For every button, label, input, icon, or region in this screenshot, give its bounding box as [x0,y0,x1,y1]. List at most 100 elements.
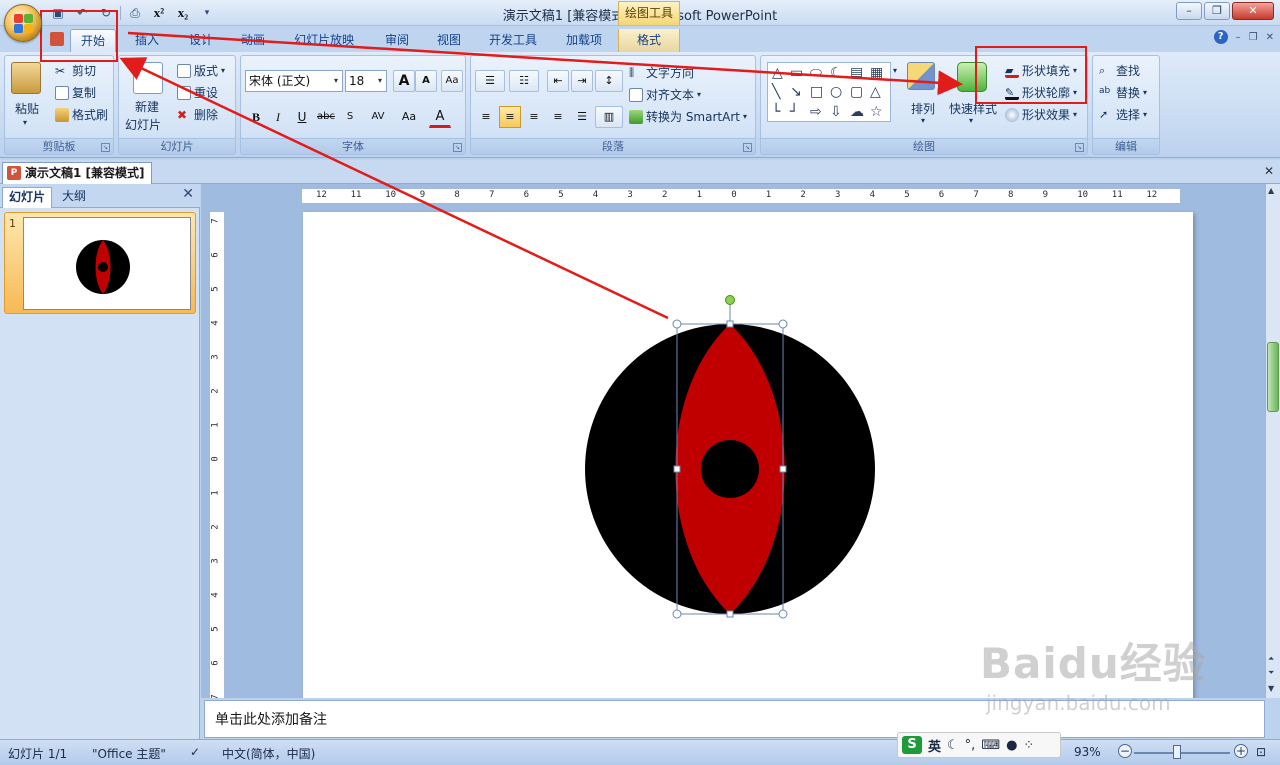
tab-addins[interactable]: 加载项 [556,29,612,52]
theme-status[interactable]: "Office 主题" [92,745,166,762]
change-case-button[interactable]: Aa [395,106,423,128]
clipboard-launcher-icon[interactable]: ↘ [101,143,110,152]
align-center-icon[interactable]: ≡ [499,106,521,128]
align-left-icon[interactable]: ≡ [475,106,497,128]
moon-icon[interactable]: ☾ [947,738,959,753]
font-name-combo[interactable]: 宋体 (正文) ▾ [245,70,343,92]
font-size-combo[interactable]: 18 ▾ [345,70,387,92]
strikethrough-button[interactable]: abc [315,106,337,128]
increase-indent-icon[interactable]: ⇥ [571,70,593,92]
text-direction-button[interactable]: ⫼ 文字方向 [629,64,694,81]
spellcheck-icon[interactable]: ✓ [190,745,200,759]
copy-button[interactable]: 复制 [55,84,96,101]
drawing-launcher-icon[interactable]: ↘ [1075,143,1084,152]
tab-insert[interactable]: 插入 [124,29,170,52]
shape-elbow-arrow-icon[interactable]: ┘ [790,105,798,119]
doc-close-icon[interactable]: ✕ [1266,32,1274,43]
arrange-icon[interactable] [907,62,935,90]
shape-table-icon[interactable]: ▦ [870,66,883,80]
layout-button[interactable]: 版式 ▾ [177,62,225,79]
align-text-button[interactable]: 对齐文本 ▾ [629,86,701,103]
shape-right-arrow-icon[interactable]: ⇨ [810,105,822,119]
shapes-more-icon[interactable]: ▾ [893,66,897,75]
distribute-icon[interactable]: ☰ [571,106,593,128]
language-status[interactable]: 中文(简体，中国) [222,745,315,762]
bullets-icon[interactable]: ☰ [475,70,505,92]
zoom-slider-track[interactable] [1134,752,1230,754]
shape-elbow-icon[interactable]: └ [772,105,780,119]
resize-handle-top-left[interactable] [672,319,682,329]
ime-mode[interactable]: 英 [928,736,941,755]
paste-button[interactable]: 粘贴 [15,100,39,117]
pane-close-icon[interactable]: ✕ [182,186,194,202]
shape-ellipse-icon[interactable]: ○ [830,85,842,99]
shape-oval-icon[interactable]: ⬭ [810,66,822,80]
shrink-font-button[interactable]: A [415,70,437,92]
cut-button[interactable]: ✂ 剪切 [55,62,96,79]
resize-handle-right[interactable] [779,465,787,473]
align-right-icon[interactable]: ≡ [523,106,545,128]
fit-window-icon[interactable]: ⊡ [1256,745,1266,759]
reset-button[interactable]: 重设 [177,84,218,101]
slide-thumbnail-selected[interactable]: 1 [4,212,196,314]
shape-rounded-rect-icon[interactable]: ▭ [790,66,803,80]
help-icon[interactable]: ? [1213,30,1228,44]
italic-button[interactable]: I [267,106,289,128]
resize-handle-bottom-left[interactable] [672,609,682,619]
doc-restore-icon[interactable]: ❐ [1249,32,1258,43]
grid-icon[interactable]: ⁘ [1023,738,1034,753]
resize-handle-top-right[interactable] [778,319,788,329]
resize-handle-bottom[interactable] [726,610,734,618]
format-painter-button[interactable]: 格式刷 [55,106,108,123]
new-slide-icon[interactable] [133,62,163,94]
tab-outline-pane[interactable]: 大纲 [56,187,92,208]
tab-slides-pane[interactable]: 幻灯片 [2,187,53,208]
minimize-button[interactable]: – [1176,2,1202,20]
tab-view[interactable]: 视图 [426,29,472,52]
sogou-logo-icon[interactable]: S [902,736,922,754]
shape-down-arrow-icon[interactable]: ⇩ [830,105,842,119]
new-slide-label-2[interactable]: 幻灯片 [125,116,161,133]
shape-line-icon[interactable]: ╲ [772,85,780,99]
arrange-dropdown-icon[interactable]: ▾ [921,116,925,125]
shape-effects-button[interactable]: 形状效果 ▾ [1005,106,1077,123]
punctuation-icon[interactable]: °, [965,738,976,753]
decrease-indent-icon[interactable]: ⇤ [547,70,569,92]
grow-font-button[interactable]: A [393,70,415,92]
line-spacing-icon[interactable]: ↕ [595,70,623,92]
convert-smartart-button[interactable]: 转换为 SmartArt ▾ [629,108,747,125]
shape-arrow-line-icon[interactable]: ↘ [790,85,802,99]
new-slide-label-1[interactable]: 新建 [135,98,159,115]
shape-outline-button[interactable]: ✎ 形状轮廓 ▾ [1005,84,1077,101]
slide-thumbnail[interactable] [23,217,191,310]
resize-handle-bottom-right[interactable] [778,609,788,619]
quick-styles-button[interactable]: 快速样式 [949,100,997,117]
next-slide-icon[interactable]: ⏷ [1268,668,1274,678]
user-icon[interactable]: ● [1006,738,1017,753]
zoom-in-icon[interactable]: + [1234,744,1248,758]
arrange-button[interactable]: 排列 [911,100,935,117]
font-launcher-icon[interactable]: ↘ [453,143,462,152]
zoom-level[interactable]: 93% [1074,745,1101,759]
tab-review[interactable]: 审阅 [374,29,420,52]
keyboard-icon[interactable]: ⌨ [981,738,1000,753]
clear-format-icon[interactable]: Aa [441,70,463,92]
replace-button[interactable]: ab 替换 ▾ [1099,84,1147,101]
tab-home[interactable]: 开始 [70,29,116,52]
font-color-button[interactable]: A [429,106,451,128]
shape-star-icon[interactable]: ☆ [870,105,883,119]
find-button[interactable]: ⌕ 查找 [1099,62,1140,79]
justify-icon[interactable]: ≡ [547,106,569,128]
tab-format[interactable]: 格式 [618,29,680,52]
tab-developer[interactable]: 开发工具 [478,29,548,52]
resize-handle-top[interactable] [726,320,734,328]
document-tab[interactable]: P 演示文稿1 [兼容模式] [2,162,152,184]
close-button[interactable]: ✕ [1232,2,1274,20]
office-button[interactable] [4,4,42,42]
quick-styles-icon[interactable] [957,62,987,92]
shape-textbox-icon[interactable]: ▤ [850,66,863,80]
paste-icon[interactable] [11,62,41,94]
columns-icon[interactable]: ▥ [595,106,623,128]
document-close-icon[interactable]: ✕ [1264,164,1274,178]
shape-triangle-icon[interactable]: △ [772,66,783,80]
